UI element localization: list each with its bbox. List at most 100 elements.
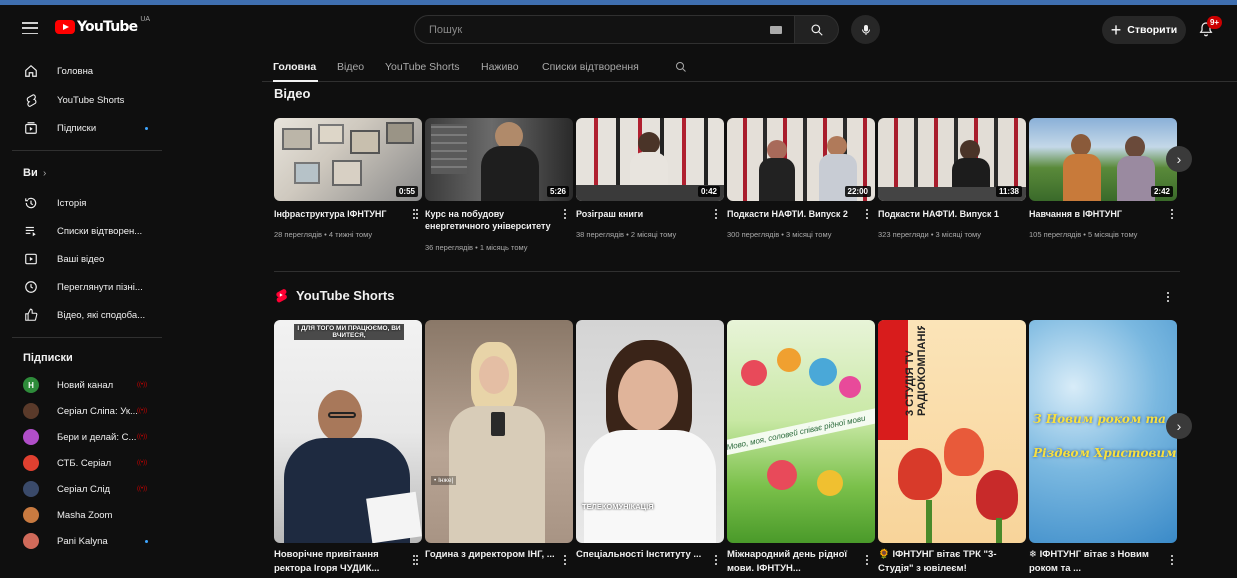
- new-content-dot: [145, 126, 148, 130]
- sidebar-item-shorts[interactable]: YouTube Shorts: [0, 86, 175, 114]
- video-title[interactable]: Курс на побудову енергетичного університ…: [425, 208, 563, 232]
- sidebar-item-playlists[interactable]: Списки відтворен...: [0, 217, 175, 245]
- sidebar-item-home[interactable]: Головна: [0, 57, 175, 85]
- more-options-icon[interactable]: [562, 554, 568, 566]
- more-options-icon[interactable]: [1169, 208, 1175, 220]
- sidebar-channel[interactable]: СТБ. Серіал ((•)): [0, 449, 175, 477]
- video-thumbnail[interactable]: 0:42: [576, 118, 724, 201]
- video-title[interactable]: Подкасти НАФТИ. Випуск 1: [878, 208, 1016, 220]
- video-card[interactable]: 0:55 Інфраструктура ІФНТУНГ 28 перегляді…: [274, 118, 422, 239]
- search-button[interactable]: [795, 15, 839, 44]
- sidebar-channel[interactable]: Серіал Сліпа: Ук... ((•)): [0, 397, 175, 425]
- short-thumbnail[interactable]: ТЕЛЕКОМУНІКАЦІЯ: [576, 320, 724, 543]
- more-options-icon[interactable]: [713, 554, 719, 566]
- tab-playlists[interactable]: Списки відтворення: [542, 61, 639, 73]
- tab-live[interactable]: Наживо: [481, 61, 519, 73]
- tulip-image: [944, 428, 984, 476]
- short-overlay-text: І ДЛЯ ТОГО МИ ПРАЦЮЄМО, ВИ ВЧИТЕСЯ,: [294, 324, 404, 340]
- sidebar-channel[interactable]: Н Новий канал ((•)): [0, 371, 175, 399]
- short-card[interactable]: Мово, моя, соловей співає рідної мови Мі…: [715, 320, 875, 574]
- video-card[interactable]: 0:42 Розіграш книги 38 переглядів • 2 мі…: [564, 118, 724, 239]
- videos-section-title[interactable]: Відео: [274, 86, 310, 101]
- sidebar-item-you[interactable]: Ви ›: [0, 159, 175, 187]
- short-title[interactable]: Година з директором ІНГ, ...: [425, 548, 563, 562]
- short-card[interactable]: 3 СТУДІЯ TV РАДІОКОМПАНІЯ 🌻 ІФНТУНГ віта…: [866, 320, 1026, 574]
- thumbs-up-icon: [23, 307, 39, 323]
- youtube-logo[interactable]: YouTube UA: [55, 16, 150, 35]
- person-head-image: [1071, 134, 1091, 156]
- live-indicator-icon: ((•)): [137, 486, 148, 492]
- sidebar-item-label: Переглянути пізні...: [57, 281, 143, 293]
- sidebar-item-liked[interactable]: Відео, які сподоба...: [0, 301, 175, 329]
- sidebar-channel[interactable]: Бери и делай: С... ((•)): [0, 423, 175, 451]
- painting-image: [332, 160, 362, 186]
- sidebar-channel[interactable]: Pani Kalyna: [0, 527, 175, 555]
- live-indicator-icon: ((•)): [137, 382, 148, 388]
- video-card[interactable]: 2:42 Навчання в ІФНТУНГ 105 переглядів •…: [1029, 118, 1177, 239]
- short-thumbnail[interactable]: • Інже|: [425, 320, 573, 543]
- sidebar-item-your-videos[interactable]: Ваші відео: [0, 245, 175, 273]
- short-card[interactable]: • Інже| Година з директором ІНГ, ...: [413, 320, 573, 565]
- short-overlay-text: ТЕЛЕКОМУНІКАЦІЯ: [582, 502, 654, 511]
- search-icon: [810, 23, 823, 36]
- create-button[interactable]: + Створити: [1102, 16, 1186, 44]
- video-title[interactable]: Подкасти НАФТИ. Випуск 2: [727, 208, 865, 220]
- short-card[interactable]: З Новим роком та Різдвом Христовим ❄ ІФН…: [1029, 320, 1177, 574]
- logo-text: YouTube: [77, 19, 138, 35]
- short-card[interactable]: ТЕЛЕКОМУНІКАЦІЯ Спеціальності Інституту …: [564, 320, 724, 565]
- sidebar-channel[interactable]: Masha Zoom: [0, 501, 175, 529]
- more-options-icon[interactable]: [1169, 554, 1175, 566]
- more-options-icon[interactable]: [411, 208, 417, 220]
- sidebar-item-history[interactable]: Історія: [0, 189, 175, 217]
- sidebar-channel[interactable]: Серіал Слід ((•)): [0, 475, 175, 503]
- video-duration: 11:38: [995, 186, 1022, 197]
- search-input[interactable]: [415, 16, 745, 43]
- sidebar-item-watch-later[interactable]: Переглянути пізні...: [0, 273, 175, 301]
- menu-icon[interactable]: [22, 22, 38, 34]
- more-options-icon[interactable]: [864, 554, 870, 566]
- short-thumbnail[interactable]: 3 СТУДІЯ TV РАДІОКОМПАНІЯ: [878, 320, 1026, 543]
- video-title[interactable]: Розіграш книги: [576, 208, 714, 220]
- video-title[interactable]: Інфраструктура ІФНТУНГ: [274, 208, 412, 220]
- short-title[interactable]: ❄ ІФНТУНГ вітає з Новим роком та ...: [1029, 548, 1167, 576]
- tab-search-icon[interactable]: [675, 61, 687, 73]
- tab-home[interactable]: Головна: [273, 61, 316, 73]
- video-thumbnail[interactable]: 2:42: [1029, 118, 1177, 201]
- sidebar-item-label: Списки відтворен...: [57, 225, 143, 237]
- history-icon: [23, 195, 39, 211]
- shorts-more-options-icon[interactable]: [1165, 291, 1171, 303]
- more-options-icon[interactable]: [411, 554, 417, 566]
- more-options-icon[interactable]: [864, 208, 870, 220]
- video-thumbnail[interactable]: 22:00: [727, 118, 875, 201]
- short-thumbnail[interactable]: З Новим роком та Різдвом Христовим: [1029, 320, 1177, 543]
- short-card[interactable]: І ДЛЯ ТОГО МИ ПРАЦЮЄМО, ВИ ВЧИТЕСЯ, Ново…: [274, 320, 422, 574]
- video-card[interactable]: 11:38 Подкасти НАФТИ. Випуск 1 323 перег…: [866, 118, 1026, 239]
- voice-search-button[interactable]: [851, 15, 880, 44]
- videos-next-button[interactable]: ›: [1166, 146, 1192, 172]
- shorts-section-header[interactable]: YouTube Shorts: [274, 287, 394, 303]
- tulip-stem-image: [996, 518, 1002, 543]
- video-thumbnail[interactable]: 11:38: [878, 118, 1026, 201]
- short-title[interactable]: 🌻 ІФНТУНГ вітає ТРК "3-Студія" з ювілеєм…: [878, 548, 1016, 576]
- short-thumbnail[interactable]: Мово, моя, соловей співає рідної мови: [727, 320, 875, 543]
- short-title[interactable]: Спеціальності Інституту ...: [576, 548, 714, 562]
- keyboard-icon[interactable]: [770, 26, 782, 34]
- video-title[interactable]: Навчання в ІФНТУНГ: [1029, 208, 1167, 220]
- video-thumbnail[interactable]: 0:55: [274, 118, 422, 201]
- tab-shorts[interactable]: YouTube Shorts: [385, 61, 460, 73]
- video-card[interactable]: 5:26 Курс на побудову енергетичного унів…: [413, 118, 573, 252]
- plus-icon: +: [1110, 20, 1122, 40]
- shorts-next-button[interactable]: ›: [1166, 413, 1192, 439]
- short-thumbnail[interactable]: І ДЛЯ ТОГО МИ ПРАЦЮЄМО, ВИ ВЧИТЕСЯ,: [274, 320, 422, 543]
- more-options-icon[interactable]: [562, 208, 568, 220]
- short-title[interactable]: Новорічне привітання ректора Ігоря ЧУДИК…: [274, 548, 412, 576]
- channel-name: СТБ. Серіал: [57, 457, 112, 469]
- sidebar-item-subscriptions[interactable]: Підписки: [0, 114, 175, 142]
- video-card[interactable]: 22:00 Подкасти НАФТИ. Випуск 2 300 перег…: [715, 118, 875, 239]
- video-thumbnail[interactable]: 5:26: [425, 118, 573, 201]
- flower-image: [777, 348, 801, 372]
- short-title[interactable]: Міжнародний день рідної мови. ІФНТУН...: [727, 548, 865, 576]
- more-options-icon[interactable]: [713, 208, 719, 220]
- tab-videos[interactable]: Відео: [337, 61, 364, 73]
- shorts-section-title: YouTube Shorts: [296, 287, 395, 303]
